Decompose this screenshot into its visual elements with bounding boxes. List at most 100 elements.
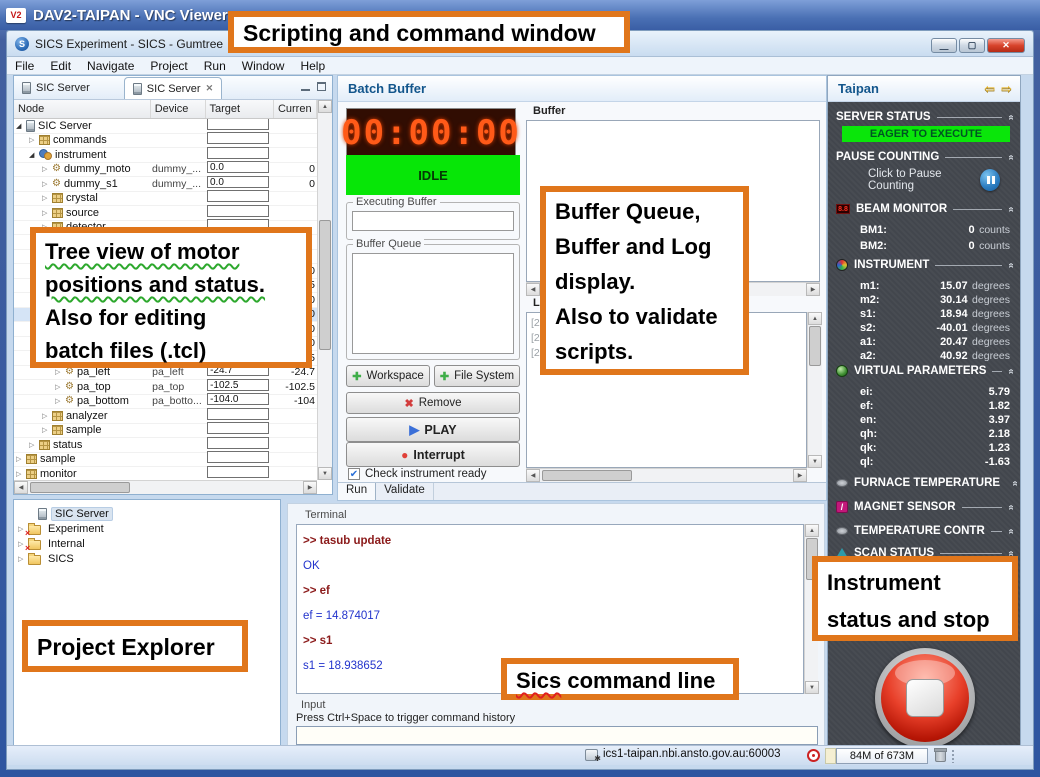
tab-sic-server-2[interactable]: SIC Server ✕ [124,77,222,99]
collapse-chevron-icon[interactable]: » [1006,154,1017,160]
target-input[interactable] [207,147,269,159]
view-minimize-icon[interactable] [301,88,310,91]
tab-sic-server-1[interactable]: SIC Server [14,77,98,99]
view-maximize-icon[interactable] [317,82,326,91]
close-button[interactable]: ✕ [987,38,1025,53]
collapse-chevron-icon[interactable]: » [1006,206,1017,212]
scroll-left-icon[interactable]: ◀ [14,481,28,494]
add-workspace-button[interactable]: ✚ Workspace [346,365,430,387]
expand-arrow-icon[interactable]: ▷ [42,180,52,188]
expand-arrow-icon[interactable]: ▷ [16,455,26,463]
column-current[interactable]: Curren [274,100,317,118]
buffer-queue-list[interactable] [352,253,514,354]
list-item[interactable]: SIC Server [14,506,280,521]
collapse-chevron-icon[interactable]: » [1006,114,1017,120]
scroll-left-icon[interactable]: ◀ [526,283,540,296]
tab-close-icon[interactable]: ✕ [206,83,214,94]
checkbox[interactable]: ✔ [348,468,360,480]
expand-arrow-icon[interactable]: ▷ [55,383,65,391]
section-furnace-temperature[interactable]: FURNACE TEMPERATURE » [836,476,1014,490]
target-input[interactable] [207,132,269,144]
garbage-collect-icon[interactable] [935,750,946,762]
scroll-down-icon[interactable]: ▼ [318,467,332,480]
maximize-button[interactable]: ▢ [959,38,985,53]
section-virtual-parameters[interactable]: VIRTUAL PARAMETERS » [836,364,1014,378]
section-magnet-sensor[interactable]: / MAGNET SENSOR » [836,500,1014,514]
collapse-chevron-icon[interactable]: » [1006,550,1017,556]
target-input[interactable]: -104.0 [207,393,269,405]
scrollbar-thumb[interactable] [30,482,130,493]
expand-arrow-icon[interactable]: ▷ [42,412,52,420]
tab-validate[interactable]: Validate [376,483,434,500]
collapse-chevron-icon[interactable]: » [1006,368,1017,374]
collapse-chevron-icon[interactable]: » [1009,480,1020,486]
table-row[interactable]: ▷ monitor [14,467,317,480]
section-pause-counting[interactable]: PAUSE COUNTING » [836,150,1014,164]
connection-status-icon[interactable] [807,749,820,762]
target-input[interactable] [207,437,269,449]
collapse-chevron-icon[interactable]: » [1006,528,1017,534]
add-file-system-button[interactable]: ✚ File System [434,365,520,387]
section-temperature-contr[interactable]: TEMPERATURE CONTR » [836,524,1014,538]
expand-arrow-icon[interactable]: ▷ [42,209,52,217]
scroll-down-icon[interactable]: ▼ [805,681,819,694]
scroll-up-icon[interactable]: ▲ [318,100,332,113]
minimize-button[interactable]: — [931,38,957,53]
play-button[interactable]: ▶ PLAY [346,417,520,442]
scroll-down-icon[interactable]: ▼ [808,455,822,468]
expand-arrow-icon[interactable]: ▷ [55,368,65,376]
column-target[interactable]: Target [206,100,274,118]
tree-horizontal-scrollbar[interactable]: ◀ ▶ [14,480,317,494]
menu-item[interactable]: Edit [50,59,71,73]
section-instrument[interactable]: INSTRUMENT » [836,258,1014,272]
pause-button[interactable] [980,169,1000,191]
expand-arrow-icon[interactable]: ▷ [42,426,52,434]
column-node[interactable]: Node [14,100,151,118]
scrollbar-thumb[interactable] [809,326,821,366]
expand-arrow-icon[interactable]: ◢ [29,151,39,159]
menu-item[interactable]: Project [150,59,187,73]
expand-arrow-icon[interactable]: ▷ [55,397,65,405]
scroll-left-icon[interactable]: ◀ [526,469,540,482]
expand-arrow-icon[interactable]: ▷ [18,555,28,563]
menu-item[interactable]: Help [300,59,325,73]
section-beam-monitor[interactable]: 8.8 BEAM MONITOR » [836,202,1014,216]
list-item[interactable]: ▷ Experiment [14,521,280,536]
collapse-chevron-icon[interactable]: » [1006,262,1017,268]
list-item[interactable]: ▷ SICS [14,551,280,566]
tab-run[interactable]: Run [338,483,376,500]
expand-arrow-icon[interactable]: ▷ [29,136,39,144]
scroll-up-icon[interactable]: ▲ [805,524,819,537]
command-input[interactable] [296,726,818,745]
expand-arrow-icon[interactable]: ◢ [16,122,26,130]
menu-item[interactable]: File [15,59,34,73]
target-input[interactable] [207,190,269,202]
heap-status[interactable]: 84M of 673M [836,748,928,764]
target-input[interactable]: 0.0 [207,176,269,188]
target-input[interactable] [207,422,269,434]
menu-item[interactable]: Run [204,59,226,73]
column-device[interactable]: Device [151,100,206,118]
executing-buffer-field[interactable] [352,211,514,231]
tree-vertical-scrollbar[interactable]: ▲ ▼ [317,100,332,480]
target-input[interactable] [207,451,269,463]
expand-arrow-icon[interactable]: ▷ [29,441,39,449]
target-input[interactable]: -102.5 [207,379,269,391]
interrupt-button[interactable]: ● Interrupt [346,442,520,467]
target-input[interactable] [207,205,269,217]
expand-arrow-icon[interactable]: ▷ [42,165,52,173]
collapse-chevron-icon[interactable]: » [1006,504,1017,510]
menu-item[interactable]: Navigate [87,59,134,73]
list-item[interactable]: ▷ Internal [14,536,280,551]
target-input[interactable] [207,466,269,478]
scroll-right-icon[interactable]: ▶ [806,283,820,296]
target-input[interactable]: 0.0 [207,161,269,173]
scrollbar-thumb[interactable] [319,220,331,350]
scroll-up-icon[interactable]: ▲ [808,312,822,325]
expand-arrow-icon[interactable]: ▷ [42,194,52,202]
log-vertical-scrollbar[interactable]: ▲ ▼ [807,312,822,468]
target-input[interactable] [207,408,269,420]
back-icon[interactable]: ⇦ [984,81,995,97]
target-input[interactable] [207,119,269,130]
stop-button[interactable] [875,648,975,748]
